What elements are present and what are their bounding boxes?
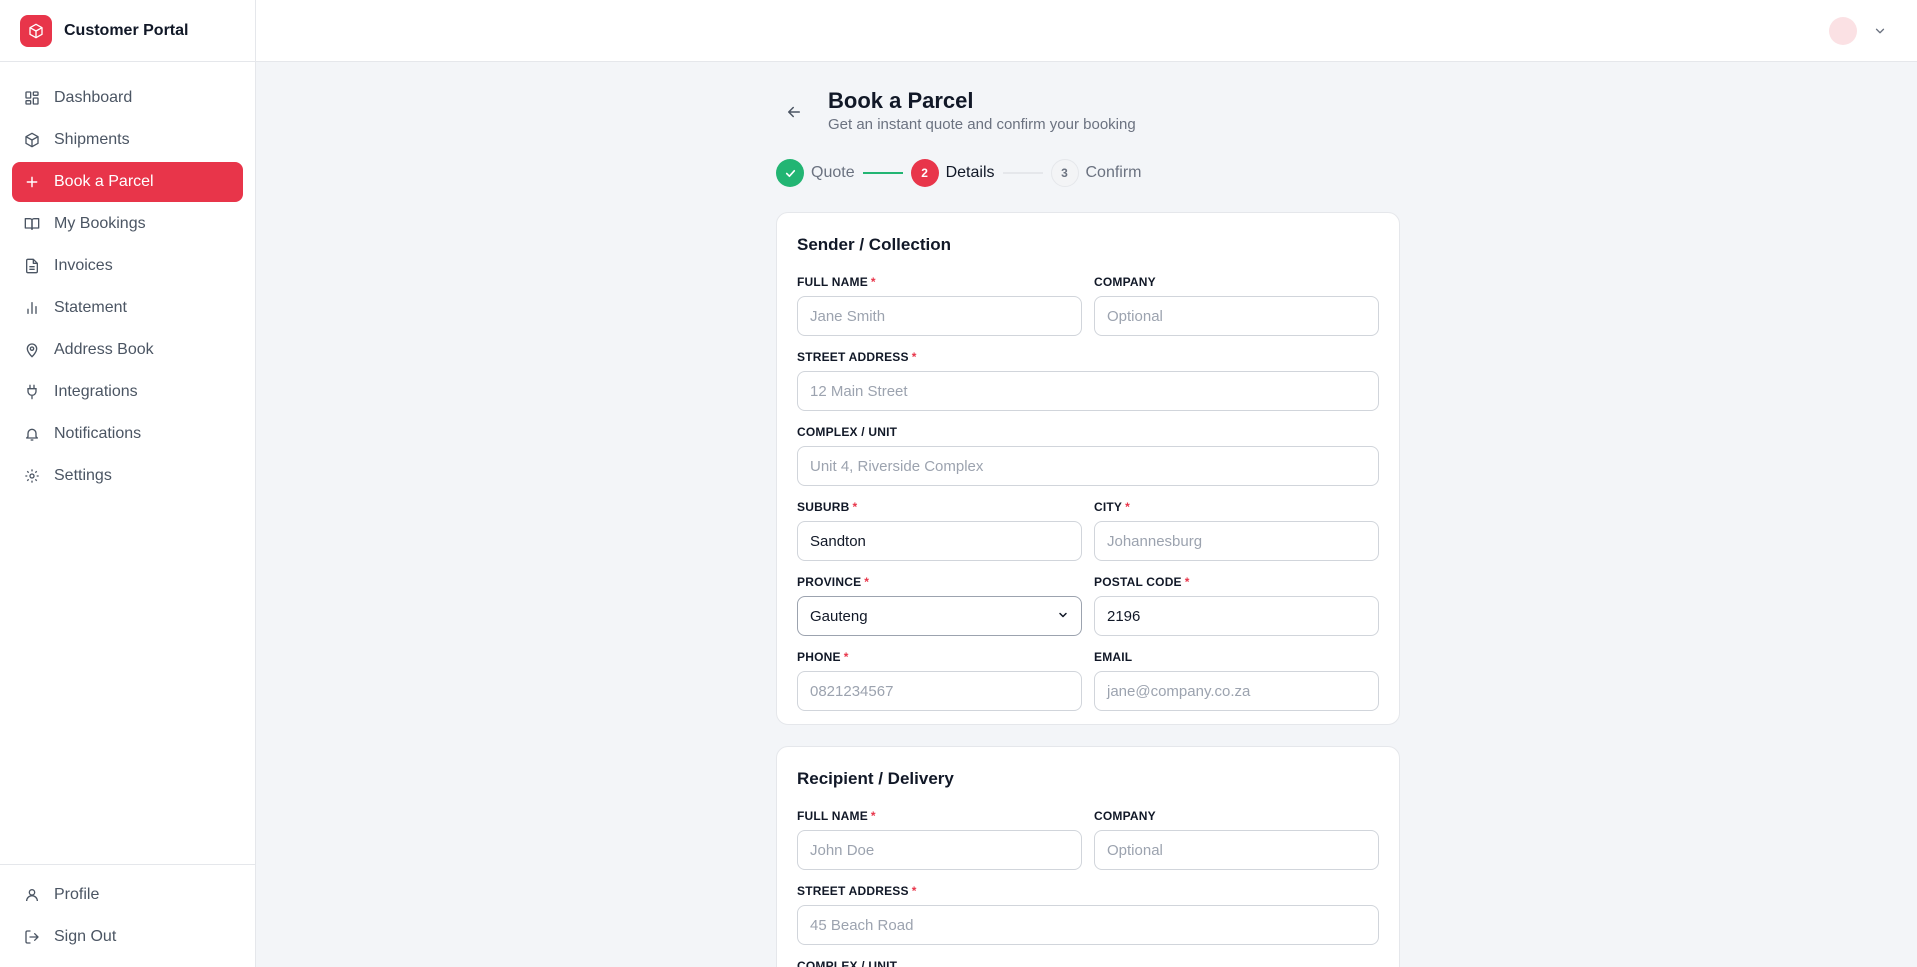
sidebar-item-label: Profile [54,886,100,903]
step-label-details: Details [945,164,995,181]
sender-suburb-label: SUBURB * [797,500,858,514]
sidebar: Customer Portal Dashboard Shipments Book… [0,0,256,967]
recipient-street-input[interactable]: 45 Beach Road [797,905,1379,945]
bar-chart-icon [24,300,40,316]
sender-email-input[interactable]: jane@company.co.za [1094,671,1379,711]
sidebar-item-settings[interactable]: Settings [12,456,243,496]
sender-postal-code-input[interactable]: 2196 [1094,596,1379,636]
page-header: Book a Parcel Get an instant quote and c… [776,86,1136,133]
recipient-card: Recipient / Delivery FULL NAME * John Doe… [776,746,1400,967]
sender-complex-label: COMPLEX / UNIT [797,425,898,439]
recipient-full-name-label: FULL NAME * [797,809,876,823]
grid-icon [24,90,40,106]
sidebar-item-book-a-parcel[interactable]: Book a Parcel [12,162,243,202]
book-open-icon [24,216,40,232]
sidebar-item-label: Dashboard [54,89,133,106]
package-icon [24,132,40,148]
recipient-street-label: STREET ADDRESS * [797,884,917,898]
package-logo-icon [20,14,52,47]
sidebar-item-label: Book a Parcel [54,173,154,190]
sender-province-select[interactable]: Gauteng [797,596,1082,636]
sidebar-item-notifications[interactable]: Notifications [12,414,243,454]
sidebar-item-label: Settings [54,467,112,484]
chevron-down-icon[interactable] [1873,24,1887,38]
sender-title: Sender / Collection [797,235,951,254]
sender-province-label: PROVINCE * [797,575,870,589]
recipient-company-label: COMPANY [1094,809,1156,823]
recipient-title: Recipient / Delivery [797,769,954,788]
file-text-icon [24,258,40,274]
plus-icon [24,174,40,190]
brand: Customer Portal [0,0,255,62]
sidebar-bottom: Profile Sign Out [0,864,255,967]
sidebar-item-my-bookings[interactable]: My Bookings [12,204,243,244]
sender-email-label: EMAIL [1094,650,1133,664]
sender-complex-input[interactable]: Unit 4, Riverside Complex [797,446,1379,486]
page-subtitle: Get an instant quote and confirm your bo… [828,116,1136,133]
sidebar-item-label: Sign Out [54,928,117,945]
sidebar-item-integrations[interactable]: Integrations [12,372,243,412]
sidebar-item-profile[interactable]: Profile [12,875,243,915]
sender-phone-input[interactable]: 0821234567 [797,671,1082,711]
sender-company-input[interactable]: Optional [1094,296,1379,336]
topbar [256,0,1917,62]
sender-city-label: CITY * [1094,500,1131,514]
chevron-down-icon [1057,608,1069,625]
sidebar-item-address-book[interactable]: Address Book [12,330,243,370]
sidebar-item-label: Notifications [54,425,142,442]
sidebar-item-shipments[interactable]: Shipments [12,120,243,160]
sidebar-item-label: Statement [54,299,127,316]
sidebar-item-sign-out[interactable]: Sign Out [12,917,243,957]
step-connector [862,172,903,174]
user-icon [24,887,40,903]
gear-icon [24,468,40,484]
sidebar-item-label: Address Book [54,341,154,358]
step-number-details: 2 [910,159,939,187]
plug-icon [24,384,40,400]
step-label-confirm: Confirm [1085,164,1142,181]
page-title: Book a Parcel [828,88,974,113]
sidebar-item-dashboard[interactable]: Dashboard [12,78,243,118]
sidebar-item-label: Integrations [54,383,138,400]
app-name: Customer Portal [64,21,189,39]
back-arrow-icon[interactable] [776,94,812,130]
sender-street-label: STREET ADDRESS * [797,350,917,364]
sidebar-item-label: My Bookings [54,215,146,232]
sidebar-nav: Dashboard Shipments Book a Parcel My Boo… [0,62,255,496]
step-label-quote: Quote [811,164,855,181]
logout-icon [24,929,40,945]
recipient-company-input[interactable]: Optional [1094,830,1379,870]
sender-postal-code-label: POSTAL CODE * [1094,575,1190,589]
sidebar-item-label: Shipments [54,131,130,148]
avatar[interactable] [1829,17,1857,45]
sender-full-name-label: FULL NAME * [797,275,876,289]
sender-company-label: COMPANY [1094,275,1156,289]
sender-street-input[interactable]: 12 Main Street [797,371,1379,411]
step-number-confirm: 3 [1050,159,1079,187]
sender-city-input[interactable]: Johannesburg [1094,521,1379,561]
bell-icon [24,426,40,442]
stepper: Quote 2 Details 3 Confirm [776,159,1142,187]
sender-suburb-input[interactable]: Sandton [797,521,1082,561]
sidebar-item-statement[interactable]: Statement [12,288,243,328]
map-pin-icon [24,342,40,358]
sidebar-item-invoices[interactable]: Invoices [12,246,243,286]
sender-full-name-input[interactable]: Jane Smith [797,296,1082,336]
sidebar-item-label: Invoices [54,257,113,274]
sender-phone-label: PHONE * [797,650,849,664]
recipient-complex-label: COMPLEX / UNIT [797,959,898,967]
check-icon [776,159,804,187]
page-titles: Book a Parcel Get an instant quote and c… [828,86,1136,133]
sender-card: Sender / Collection FULL NAME * Jane Smit… [776,212,1400,725]
recipient-full-name-input[interactable]: John Doe [797,830,1082,870]
step-connector [1002,172,1043,174]
